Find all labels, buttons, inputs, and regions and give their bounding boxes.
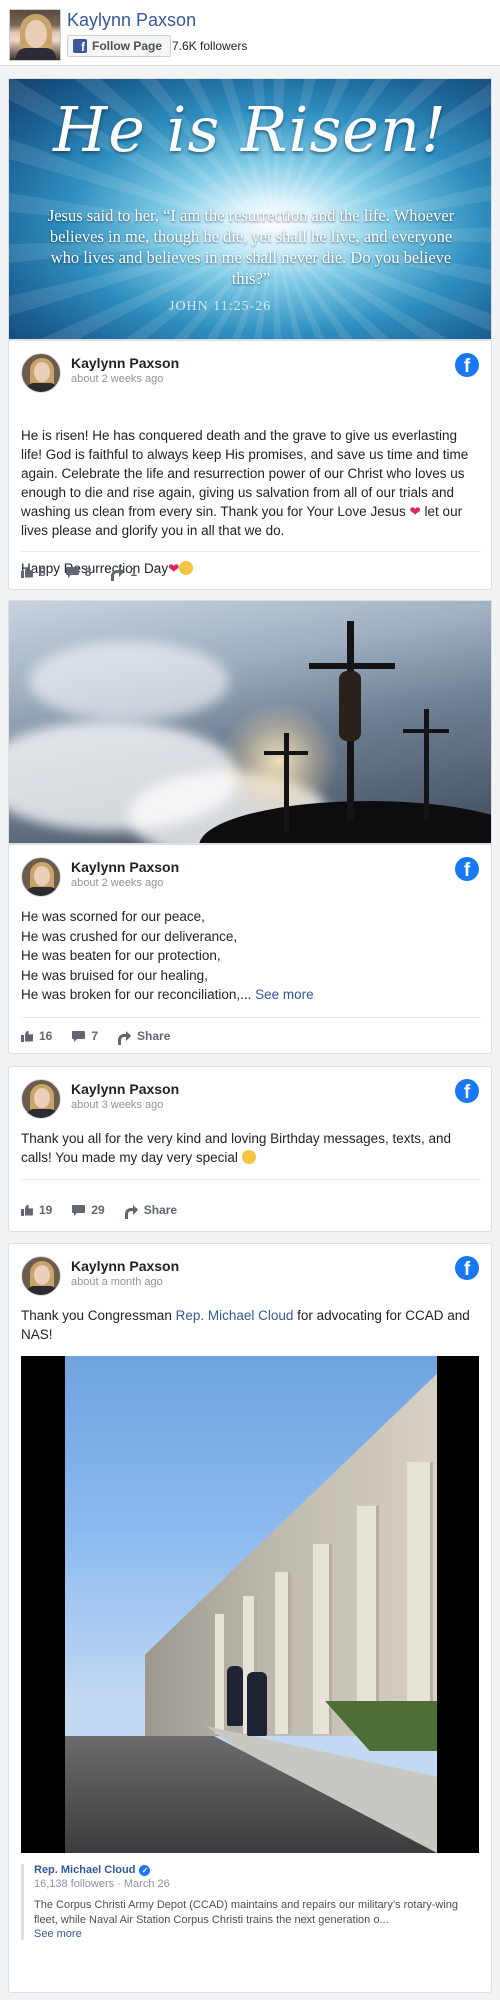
like-count: 8 [39, 565, 46, 579]
avatar[interactable] [21, 1079, 61, 1119]
emoji-icon [241, 1150, 256, 1164]
facebook-icon[interactable]: f [455, 857, 479, 881]
post-author[interactable]: Kaylynn Paxson [71, 859, 179, 875]
cover-verse: Jesus said to her, “I am the resurrectio… [47, 206, 455, 288]
like-button[interactable]: 8 [21, 565, 46, 579]
like-icon [21, 1205, 33, 1216]
share-icon [111, 566, 125, 581]
avatar[interactable] [21, 1256, 61, 1296]
post-author[interactable]: Kaylynn Paxson [71, 1081, 179, 1097]
shared-author[interactable]: Rep. Michael Cloud [34, 1864, 135, 1876]
comment-button[interactable]: 7 [72, 1029, 98, 1043]
post-timestamp[interactable]: about 3 weeks ago [71, 1099, 163, 1111]
comment-count: 8 [84, 565, 92, 579]
post-text: Thank you Congressman Rep. Michael Cloud… [21, 1308, 470, 1342]
post-timestamp[interactable]: about 2 weeks ago [71, 877, 163, 889]
verified-badge-icon: ✓ [139, 1864, 151, 1876]
share-button[interactable]: Share [124, 1203, 178, 1219]
page-name[interactable]: Kaylynn Paxson [67, 10, 196, 31]
mention-link[interactable]: Rep. Michael Cloud [176, 1308, 294, 1323]
shared-followers: 16,138 followers [34, 1878, 115, 1890]
see-more-link[interactable]: See more [255, 987, 314, 1002]
share-button[interactable]: Share [118, 1029, 171, 1045]
post-image[interactable] [21, 1356, 479, 1853]
post-timestamp[interactable]: about 2 weeks ago [71, 373, 163, 385]
comment-button[interactable]: 8 [65, 565, 92, 579]
share-icon [118, 1030, 132, 1045]
like-icon [21, 1031, 33, 1042]
shared-date[interactable]: March 26 [124, 1878, 170, 1890]
like-count: 19 [39, 1203, 53, 1217]
comment-icon [72, 1030, 86, 1042]
post-card: Kaylynn Paxson about a month ago f Thank… [8, 1243, 492, 1993]
comment-button[interactable]: 29 [72, 1203, 105, 1217]
like-icon [21, 567, 33, 578]
shared-text: The Corpus Christi Army Depot (CCAD) mai… [34, 1899, 459, 1926]
share-icon [124, 1204, 138, 1219]
post-image[interactable] [8, 600, 492, 844]
share-label: Share [143, 1203, 178, 1217]
heart-icon: ❤ [168, 561, 180, 576]
post-actions: 19 29 Share [21, 1201, 177, 1219]
comment-icon [65, 566, 79, 578]
like-count: 16 [39, 1029, 53, 1043]
like-button[interactable]: 16 [21, 1029, 52, 1043]
avatar[interactable] [21, 353, 61, 393]
cover-title: He is Risen! [53, 93, 447, 166]
page-avatar[interactable] [9, 9, 61, 61]
cover-reference: JOHN 11:25-26 [169, 299, 272, 314]
follow-page-button[interactable]: f Follow Page [67, 35, 172, 57]
like-button[interactable]: 19 [21, 1203, 52, 1217]
post-author[interactable]: Kaylynn Paxson [71, 1258, 179, 1274]
shared-post-card[interactable]: Rep. Michael Cloud ✓ 16,138 followers · M… [21, 1864, 481, 1940]
cover-image[interactable]: He is Risen! Jesus said to her, “I am th… [8, 78, 492, 340]
page-header: Kaylynn Paxson f Follow Page 7.6K follow… [0, 0, 500, 66]
post-actions: 8 8 1 [21, 563, 137, 581]
post-timestamp[interactable]: about a month ago [71, 1276, 163, 1288]
share-button[interactable]: 1 [111, 565, 138, 581]
comment-count: 29 [91, 1203, 105, 1217]
comment-count: 7 [91, 1029, 99, 1043]
facebook-icon[interactable]: f [455, 1256, 479, 1280]
avatar[interactable] [21, 857, 61, 897]
post-text: He is risen! He has conquered death and … [21, 428, 469, 576]
see-more-link[interactable]: See more [34, 1928, 481, 1940]
post-card: Kaylynn Paxson about 2 weeks ago f He is… [8, 340, 492, 590]
facebook-icon: f [73, 39, 87, 53]
share-label: Share [137, 1029, 171, 1043]
followers-count: 7.6K followers [172, 39, 248, 53]
post-author[interactable]: Kaylynn Paxson [71, 355, 179, 371]
post-text: Thank you all for the very kind and lovi… [21, 1131, 451, 1165]
post-card: Kaylynn Paxson about 2 weeks ago f He wa… [8, 844, 492, 1054]
follow-page-label: Follow Page [92, 39, 163, 53]
post-card: Kaylynn Paxson about 3 weeks ago f Thank… [8, 1066, 492, 1232]
comment-icon [72, 1204, 86, 1216]
share-count: 1 [130, 565, 138, 579]
post-text: He was scorned for our peace, He was cru… [21, 909, 314, 1002]
emoji-icon [179, 561, 194, 575]
post-actions: 16 7 Share [21, 1027, 170, 1045]
facebook-icon[interactable]: f [455, 353, 479, 377]
facebook-icon[interactable]: f [455, 1079, 479, 1103]
heart-icon: ❤ [409, 504, 421, 519]
